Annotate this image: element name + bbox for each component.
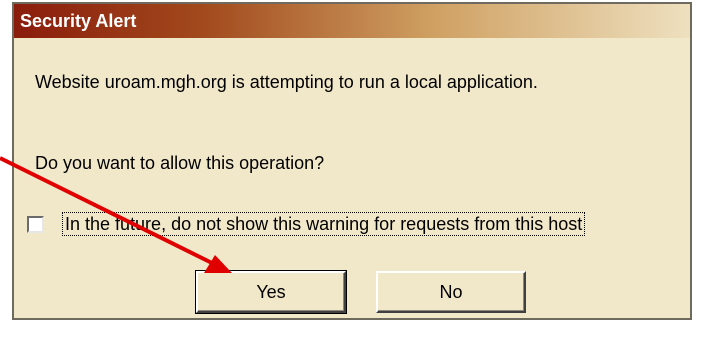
screenshot-stage: Security Alert Website uroam.mgh.org is …	[0, 0, 708, 347]
alert-message: Website uroam.mgh.org is attempting to r…	[35, 72, 538, 92]
alert-question: Do you want to allow this operation?	[35, 153, 325, 173]
dialog-title: Security Alert	[20, 11, 137, 31]
dont-show-again-label[interactable]: In the future, do not show this warning …	[62, 212, 586, 236]
yes-button[interactable]: Yes	[195, 270, 347, 314]
no-button[interactable]: No	[376, 271, 526, 313]
security-alert-dialog: Security Alert Website uroam.mgh.org is …	[12, 2, 692, 320]
title-bar[interactable]: Security Alert	[14, 4, 690, 38]
dont-show-again-checkbox[interactable]	[27, 216, 44, 233]
